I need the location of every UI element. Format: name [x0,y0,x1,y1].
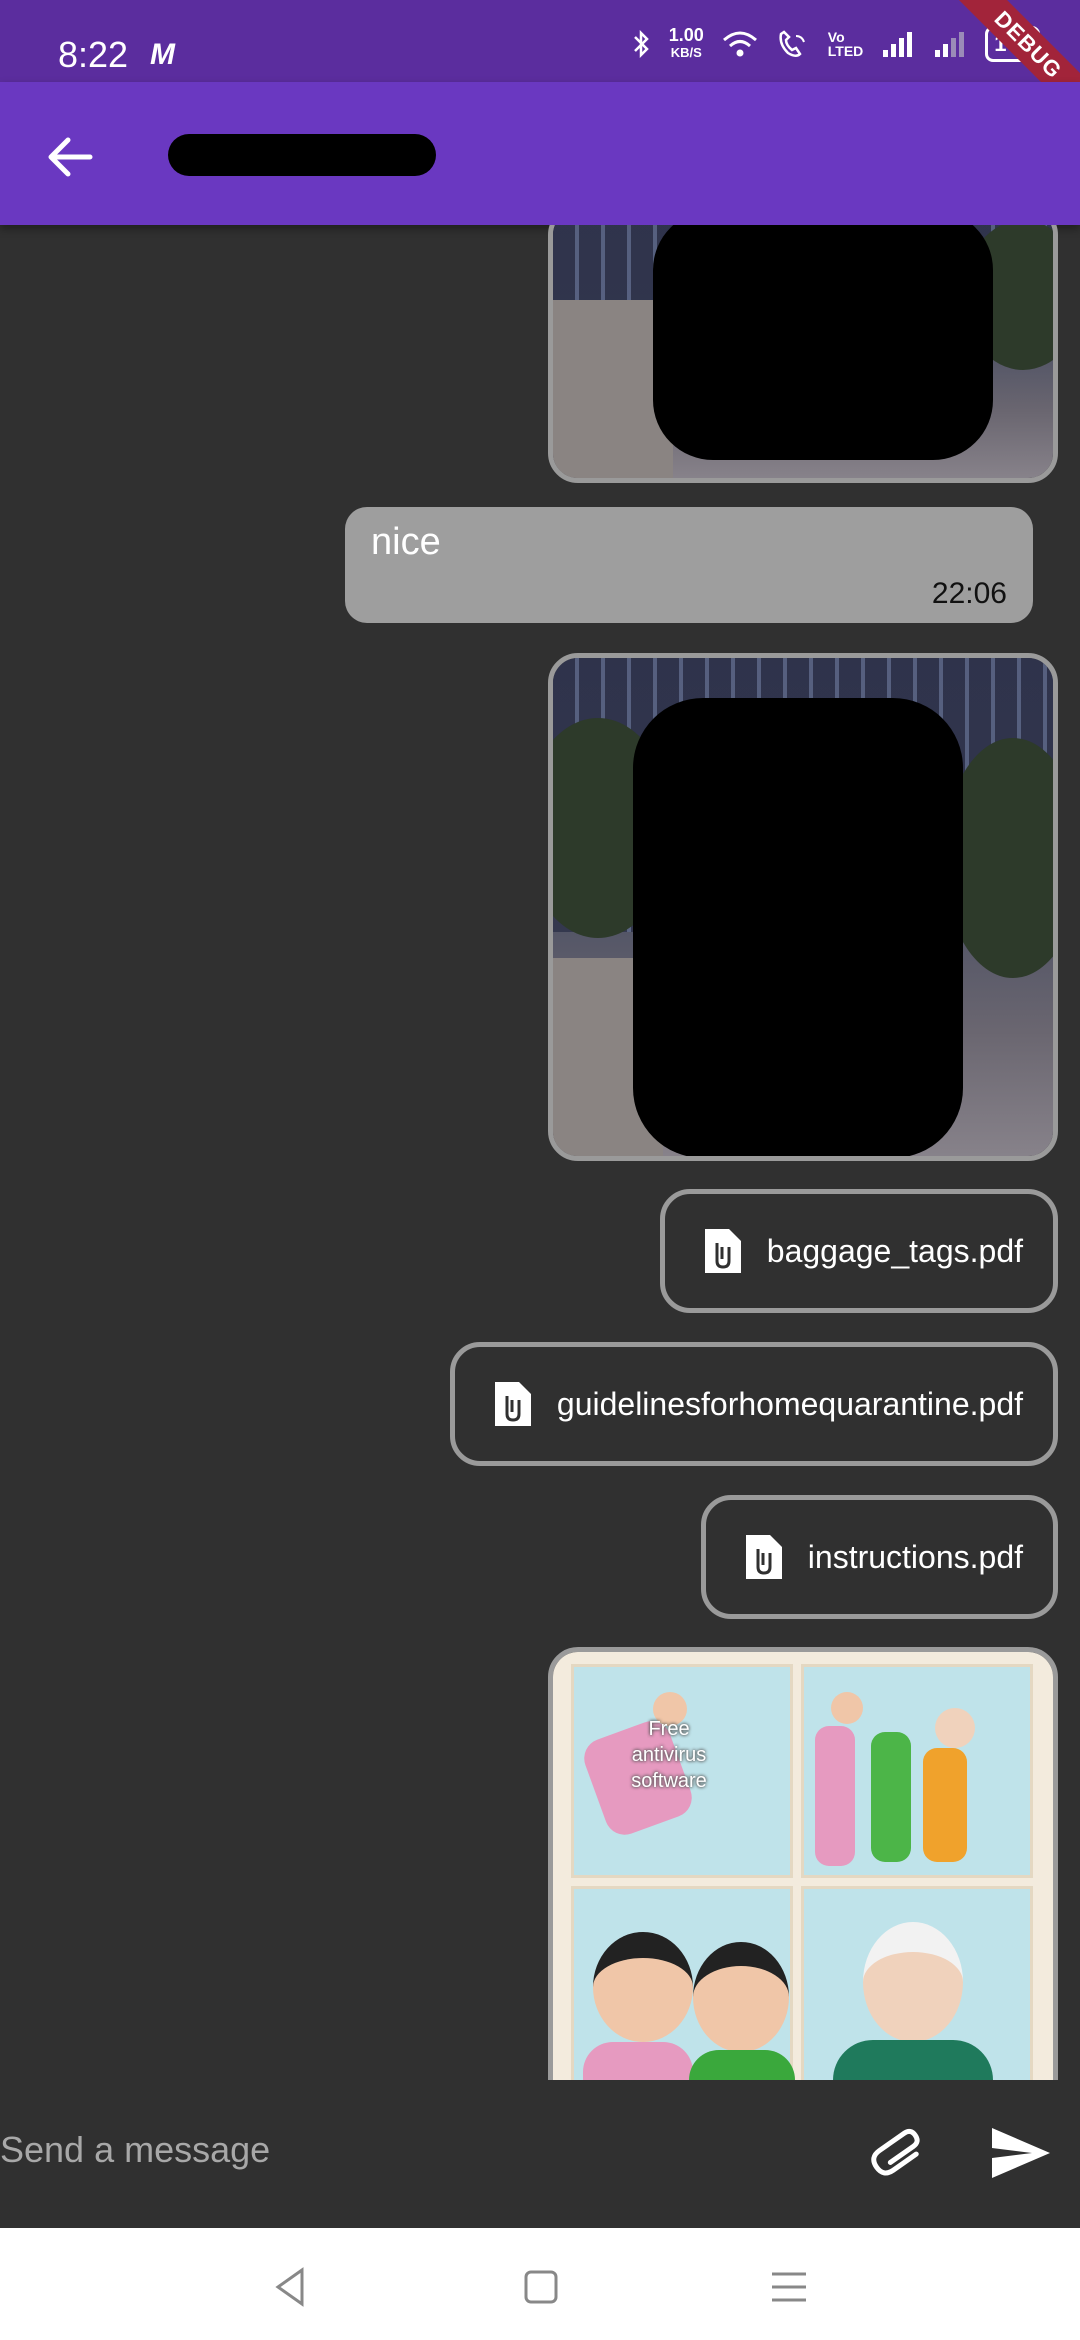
file-name: guidelinesforhomequarantine.pdf [556,1385,1023,1422]
nav-back-icon[interactable] [266,2262,316,2312]
attachment-file-icon [704,1229,741,1273]
bluetooth-icon [633,30,649,58]
arrow-back-icon[interactable] [40,127,100,187]
attachment-file-icon [745,1535,782,1579]
file-message[interactable]: instructions.pdf [700,1495,1058,1619]
redaction [633,698,963,1156]
signal-weak-icon [935,32,965,57]
image-message[interactable] [548,653,1058,1161]
wifi-icon [722,31,757,57]
file-name: baggage_tags.pdf [766,1232,1023,1269]
paperclip-icon[interactable] [866,2120,936,2190]
signal-icon [883,32,913,57]
volte-top: Vo [827,29,845,45]
message-list[interactable]: nice 22:06 baggage_tags.pdf guidelinesfo… [0,225,1080,2080]
app-notification-icon: M [150,38,175,71]
net-speed: 1.00 KB/S [669,26,704,62]
message-text: nice [371,521,441,563]
status-bar: 8:22 M 1.00 KB/S Vo LTED 100 DEBUG [0,0,1080,128]
message-time: 22:06 [931,577,1007,610]
status-icons: 1.00 KB/S Vo LTED 100 [633,26,1040,62]
nav-home-icon[interactable] [516,2262,566,2312]
net-speed-value: 1.00 [668,25,704,45]
status-time: 8:22 [58,34,129,75]
net-speed-unit: KB/S [670,45,702,60]
comic-meme: Free antivirus software [553,1652,1053,2080]
file-message[interactable]: baggage_tags.pdf [659,1189,1058,1313]
file-name: instructions.pdf [807,1538,1023,1575]
app-bar [0,82,1080,225]
text-message[interactable]: nice 22:06 [345,507,1033,623]
message-composer [0,2080,1080,2228]
message-input[interactable] [0,2120,820,2180]
image-message[interactable] [548,225,1058,483]
system-nav-bar [0,2228,1080,2340]
wifi-calling-icon [779,30,805,57]
file-message[interactable]: guidelinesforhomequarantine.pdf [449,1342,1058,1466]
nav-menu-icon[interactable] [764,2262,814,2312]
photo [553,658,1053,1156]
comic-caption: Free antivirus software [631,1718,707,1792]
send-icon[interactable] [986,2118,1056,2188]
photo [553,225,1053,478]
contact-name-redacted [168,134,436,176]
attachment-file-icon [494,1382,531,1426]
redaction [653,225,993,460]
volte-bottom: LTED [827,43,864,59]
volte-indicator: Vo LTED [828,30,864,58]
image-message[interactable]: Free antivirus software [548,1647,1058,2080]
